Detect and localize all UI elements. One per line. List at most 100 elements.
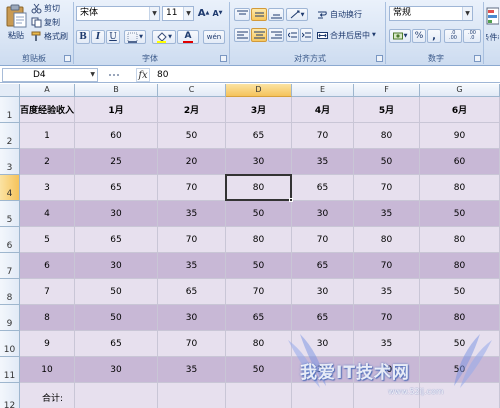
underline-button[interactable]: U xyxy=(106,30,120,44)
cell-a11[interactable]: 10 xyxy=(20,357,75,383)
cell-g4[interactable]: 80 xyxy=(420,175,500,201)
format-painter-button[interactable]: 格式刷 xyxy=(30,30,72,42)
worksheet-grid[interactable]: ABCDEFG 1 2 3 4 5 6 7 8 9 10 11 12 百度经验收入 1月 2月 3月 4月 5月… xyxy=(0,84,500,408)
row-header-1[interactable]: 1 xyxy=(0,97,20,123)
italic-button[interactable]: I xyxy=(91,30,105,44)
cell-a10[interactable]: 9 xyxy=(20,331,75,357)
increase-decimal-button[interactable]: .0 .00 xyxy=(444,29,462,43)
align-middle-button[interactable] xyxy=(251,8,267,21)
row-header-7[interactable]: 7 xyxy=(0,253,20,279)
column-header-c[interactable]: C xyxy=(158,84,226,97)
cell-d8[interactable]: 70 xyxy=(226,279,292,305)
copy-button[interactable]: 复制 xyxy=(30,16,72,28)
percent-style-button[interactable]: % xyxy=(412,29,426,43)
cell-e7[interactable]: 65 xyxy=(292,253,354,279)
cell-a4[interactable]: 3 xyxy=(20,175,75,201)
cell-d5[interactable]: 50 xyxy=(226,201,292,227)
cell-f3[interactable]: 50 xyxy=(354,149,420,175)
cell-a5[interactable]: 4 xyxy=(20,201,75,227)
cell-e2[interactable]: 70 xyxy=(292,123,354,149)
fill-color-button[interactable]: ▼ xyxy=(152,30,176,44)
cell-g11[interactable]: 50 xyxy=(420,357,500,383)
row-header-9[interactable]: 9 xyxy=(0,305,20,331)
decrease-indent-button[interactable] xyxy=(286,28,299,42)
cell-e10[interactable]: 30 xyxy=(292,331,354,357)
cell-d3[interactable]: 30 xyxy=(226,149,292,175)
cut-button[interactable]: 剪切 xyxy=(30,2,72,14)
cell-d7[interactable]: 50 xyxy=(226,253,292,279)
cell-b2[interactable]: 60 xyxy=(75,123,158,149)
cell-f8[interactable]: 35 xyxy=(354,279,420,305)
row-header-8[interactable]: 8 xyxy=(0,279,20,305)
column-header-e[interactable]: E xyxy=(292,84,354,97)
accounting-format-button[interactable]: ▼ xyxy=(389,29,411,43)
cell-g10[interactable]: 50 xyxy=(420,331,500,357)
align-top-button[interactable] xyxy=(234,8,250,21)
cell-f6[interactable]: 80 xyxy=(354,227,420,253)
align-left-button[interactable] xyxy=(234,28,250,42)
cell-b8[interactable]: 50 xyxy=(75,279,158,305)
bold-button[interactable]: B xyxy=(76,30,90,44)
formula-bar-resize-handle[interactable] xyxy=(104,70,124,80)
column-header-g[interactable]: G xyxy=(420,84,500,97)
cell-c5[interactable]: 35 xyxy=(158,201,226,227)
cell-e1[interactable]: 4月 xyxy=(292,97,354,123)
cell-b10[interactable]: 65 xyxy=(75,331,158,357)
row-header-6[interactable]: 6 xyxy=(0,227,20,253)
align-right-button[interactable] xyxy=(268,28,284,42)
cell-c8[interactable]: 65 xyxy=(158,279,226,305)
cell-g8[interactable]: 50 xyxy=(420,279,500,305)
number-dialog-launcher[interactable] xyxy=(474,55,481,62)
column-header-a[interactable]: A xyxy=(20,84,75,97)
comma-style-button[interactable]: , xyxy=(427,29,441,43)
cell-c12[interactable] xyxy=(158,383,226,408)
cell-g3[interactable]: 60 xyxy=(420,149,500,175)
conditional-formatting-button[interactable]: 条件格 xyxy=(485,3,500,49)
orientation-button[interactable]: ▼ xyxy=(286,8,308,21)
cell-d12[interactable] xyxy=(226,383,292,408)
cell-b5[interactable]: 30 xyxy=(75,201,158,227)
cell-b11[interactable]: 30 xyxy=(75,357,158,383)
decrease-decimal-button[interactable]: .00 .0 xyxy=(463,29,481,43)
cell-c7[interactable]: 35 xyxy=(158,253,226,279)
cell-d1[interactable]: 3月 xyxy=(226,97,292,123)
cell-e5[interactable]: 30 xyxy=(292,201,354,227)
cell-c11[interactable]: 35 xyxy=(158,357,226,383)
row-header-10[interactable]: 10 xyxy=(0,331,20,357)
select-all-corner[interactable] xyxy=(0,84,20,97)
font-name-select[interactable]: 宋体 ▼ xyxy=(76,6,160,21)
column-header-d[interactable]: D xyxy=(226,84,292,97)
cell-f10[interactable]: 35 xyxy=(354,331,420,357)
cell-g9[interactable]: 80 xyxy=(420,305,500,331)
font-dialog-launcher[interactable] xyxy=(220,55,227,62)
cell-a9[interactable]: 8 xyxy=(20,305,75,331)
cell-e6[interactable]: 70 xyxy=(292,227,354,253)
cell-a1[interactable]: 百度经验收入 xyxy=(20,97,75,123)
cell-c10[interactable]: 70 xyxy=(158,331,226,357)
cell-e9[interactable]: 65 xyxy=(292,305,354,331)
shrink-font-button[interactable]: A ▼ xyxy=(211,6,224,20)
alignment-dialog-launcher[interactable] xyxy=(376,55,383,62)
merge-center-button[interactable]: 合并后居中 ▼ xyxy=(316,28,380,42)
row-header-2[interactable]: 2 xyxy=(0,123,20,149)
cell-f2[interactable]: 80 xyxy=(354,123,420,149)
cell-a12[interactable]: 合计: xyxy=(20,383,75,408)
cell-g2[interactable]: 90 xyxy=(420,123,500,149)
row-header-3[interactable]: 3 xyxy=(0,149,20,175)
align-bottom-button[interactable] xyxy=(268,8,284,21)
cell-e8[interactable]: 30 xyxy=(292,279,354,305)
cell-f9[interactable]: 70 xyxy=(354,305,420,331)
cell-f7[interactable]: 70 xyxy=(354,253,420,279)
cell-d2[interactable]: 65 xyxy=(226,123,292,149)
clipboard-dialog-launcher[interactable] xyxy=(64,55,71,62)
row-header-12[interactable]: 12 xyxy=(0,383,20,408)
cell-b4[interactable]: 65 xyxy=(75,175,158,201)
font-size-select[interactable]: 11 ▼ xyxy=(162,6,194,21)
cell-f4[interactable]: 70 xyxy=(354,175,420,201)
cell-d4[interactable]: 80 xyxy=(226,175,292,201)
name-box[interactable]: D4 ▼ xyxy=(2,68,98,82)
column-header-b[interactable]: B xyxy=(75,84,158,97)
fill-handle[interactable] xyxy=(289,198,293,202)
cell-a7[interactable]: 6 xyxy=(20,253,75,279)
borders-button[interactable]: ▼ xyxy=(124,30,146,44)
